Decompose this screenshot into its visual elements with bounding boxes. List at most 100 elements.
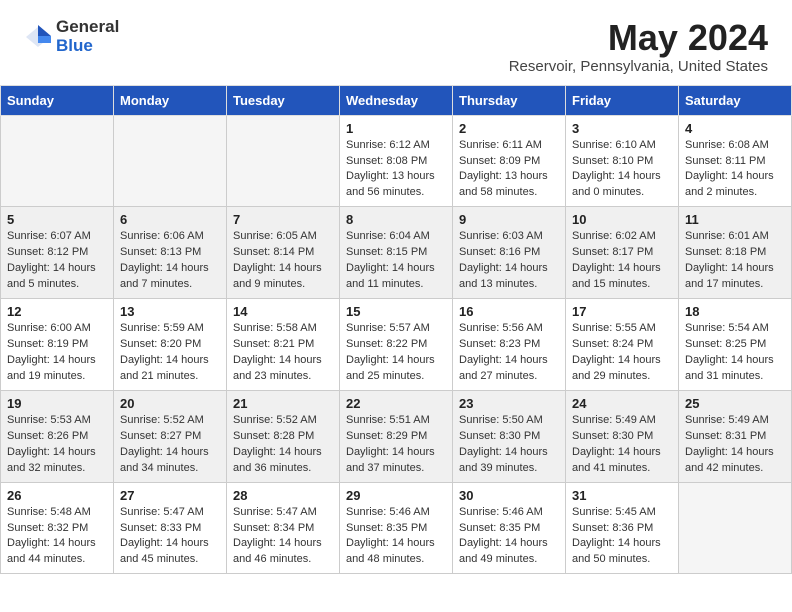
day-info: Sunrise: 6:10 AM Sunset: 8:10 PM Dayligh… (572, 138, 672, 202)
calendar-week-row: 1 Sunrise: 6:12 AM Sunset: 8:08 PM Daylig… (1, 115, 792, 207)
table-row: 10 Sunrise: 6:02 AM Sunset: 8:17 PM Dayli… (566, 207, 679, 299)
table-row: 17 Sunrise: 5:55 AM Sunset: 8:24 PM Dayli… (566, 299, 679, 391)
day-info: Sunrise: 5:47 AM Sunset: 8:33 PM Dayligh… (120, 505, 220, 569)
day-number: 12 (7, 304, 107, 319)
table-row: 13 Sunrise: 5:59 AM Sunset: 8:20 PM Dayli… (114, 299, 227, 391)
day-info: Sunrise: 6:11 AM Sunset: 8:09 PM Dayligh… (459, 138, 559, 202)
day-number: 5 (7, 212, 107, 227)
day-info: Sunrise: 5:59 AM Sunset: 8:20 PM Dayligh… (120, 321, 220, 385)
day-info: Sunrise: 6:07 AM Sunset: 8:12 PM Dayligh… (7, 229, 107, 293)
col-monday: Monday (114, 85, 227, 115)
day-number: 6 (120, 212, 220, 227)
table-row: 23 Sunrise: 5:50 AM Sunset: 8:30 PM Dayli… (453, 390, 566, 482)
table-row (114, 115, 227, 207)
day-number: 18 (685, 304, 785, 319)
title-month: May 2024 (509, 18, 768, 58)
calendar-table: Sunday Monday Tuesday Wednesday Thursday… (0, 85, 792, 575)
calendar-week-row: 26 Sunrise: 5:48 AM Sunset: 8:32 PM Dayli… (1, 482, 792, 574)
col-saturday: Saturday (679, 85, 792, 115)
day-number: 11 (685, 212, 785, 227)
table-row: 14 Sunrise: 5:58 AM Sunset: 8:21 PM Dayli… (227, 299, 340, 391)
day-info: Sunrise: 6:05 AM Sunset: 8:14 PM Dayligh… (233, 229, 333, 293)
calendar-week-row: 12Sunrise: 6:00 AM Sunset: 8:19 PM Dayli… (1, 299, 792, 391)
table-row: 2Sunrise: 6:11 AM Sunset: 8:09 PM Daylig… (453, 115, 566, 207)
day-info: Sunrise: 5:48 AM Sunset: 8:32 PM Dayligh… (7, 505, 107, 569)
day-number: 13 (120, 304, 220, 319)
table-row: 22 Sunrise: 5:51 AM Sunset: 8:29 PM Dayli… (340, 390, 453, 482)
table-row: 3 Sunrise: 6:10 AM Sunset: 8:10 PM Daylig… (566, 115, 679, 207)
table-row: 9 Sunrise: 6:03 AM Sunset: 8:16 PM Daylig… (453, 207, 566, 299)
day-number: 1 (346, 121, 446, 136)
day-info: Sunrise: 5:46 AM Sunset: 8:35 PM Dayligh… (459, 505, 559, 569)
day-number: 10 (572, 212, 672, 227)
table-row: 27 Sunrise: 5:47 AM Sunset: 8:33 PM Dayli… (114, 482, 227, 574)
day-info: Sunrise: 6:02 AM Sunset: 8:17 PM Dayligh… (572, 229, 672, 293)
day-info: Sunrise: 5:49 AM Sunset: 8:31 PM Dayligh… (685, 413, 785, 477)
table-row: 28Sunrise: 5:47 AM Sunset: 8:34 PM Dayli… (227, 482, 340, 574)
table-row: 31 Sunrise: 5:45 AM Sunset: 8:36 PM Dayli… (566, 482, 679, 574)
day-number: 24 (572, 396, 672, 411)
day-number: 19 (7, 396, 107, 411)
day-info: Sunrise: 5:52 AM Sunset: 8:27 PM Dayligh… (120, 413, 220, 477)
day-number: 8 (346, 212, 446, 227)
table-row: 30Sunrise: 5:46 AM Sunset: 8:35 PM Dayli… (453, 482, 566, 574)
day-info: Sunrise: 5:45 AM Sunset: 8:36 PM Dayligh… (572, 505, 672, 569)
day-number: 22 (346, 396, 446, 411)
logo-blue-text: Blue (56, 37, 119, 56)
table-row: 1 Sunrise: 6:12 AM Sunset: 8:08 PM Daylig… (340, 115, 453, 207)
logo-text: General Blue (56, 18, 119, 55)
day-info: Sunrise: 5:54 AM Sunset: 8:25 PM Dayligh… (685, 321, 785, 385)
day-number: 21 (233, 396, 333, 411)
table-row: 4Sunrise: 6:08 AM Sunset: 8:11 PM Daylig… (679, 115, 792, 207)
table-row: 20 Sunrise: 5:52 AM Sunset: 8:27 PM Dayli… (114, 390, 227, 482)
day-number: 3 (572, 121, 672, 136)
day-number: 26 (7, 488, 107, 503)
header: General Blue May 2024 Reservoir, Pennsyl… (0, 0, 792, 85)
table-row (1, 115, 114, 207)
table-row: 29 Sunrise: 5:46 AM Sunset: 8:35 PM Dayli… (340, 482, 453, 574)
table-row: 18 Sunrise: 5:54 AM Sunset: 8:25 PM Dayli… (679, 299, 792, 391)
day-number: 25 (685, 396, 785, 411)
day-info: Sunrise: 5:52 AM Sunset: 8:28 PM Dayligh… (233, 413, 333, 477)
day-number: 9 (459, 212, 559, 227)
table-row: 12Sunrise: 6:00 AM Sunset: 8:19 PM Dayli… (1, 299, 114, 391)
calendar-week-row: 5 Sunrise: 6:07 AM Sunset: 8:12 PM Daylig… (1, 207, 792, 299)
day-number: 14 (233, 304, 333, 319)
table-row: 11 Sunrise: 6:01 AM Sunset: 8:18 PM Dayli… (679, 207, 792, 299)
day-info: Sunrise: 6:01 AM Sunset: 8:18 PM Dayligh… (685, 229, 785, 293)
day-info: Sunrise: 5:50 AM Sunset: 8:30 PM Dayligh… (459, 413, 559, 477)
title-block: May 2024 Reservoir, Pennsylvania, United… (509, 18, 768, 75)
day-info: Sunrise: 5:58 AM Sunset: 8:21 PM Dayligh… (233, 321, 333, 385)
calendar-header-row: Sunday Monday Tuesday Wednesday Thursday… (1, 85, 792, 115)
calendar-week-row: 19Sunrise: 5:53 AM Sunset: 8:26 PM Dayli… (1, 390, 792, 482)
table-row: 15Sunrise: 5:57 AM Sunset: 8:22 PM Dayli… (340, 299, 453, 391)
day-number: 28 (233, 488, 333, 503)
col-friday: Friday (566, 85, 679, 115)
title-location: Reservoir, Pennsylvania, United States (509, 58, 768, 75)
table-row: 19Sunrise: 5:53 AM Sunset: 8:26 PM Dayli… (1, 390, 114, 482)
day-info: Sunrise: 5:46 AM Sunset: 8:35 PM Dayligh… (346, 505, 446, 569)
table-row: 6Sunrise: 6:06 AM Sunset: 8:13 PM Daylig… (114, 207, 227, 299)
col-tuesday: Tuesday (227, 85, 340, 115)
day-info: Sunrise: 5:51 AM Sunset: 8:29 PM Dayligh… (346, 413, 446, 477)
day-number: 20 (120, 396, 220, 411)
day-number: 17 (572, 304, 672, 319)
day-info: Sunrise: 5:55 AM Sunset: 8:24 PM Dayligh… (572, 321, 672, 385)
day-number: 15 (346, 304, 446, 319)
logo: General Blue (24, 18, 119, 55)
day-info: Sunrise: 6:03 AM Sunset: 8:16 PM Dayligh… (459, 229, 559, 293)
day-number: 16 (459, 304, 559, 319)
day-number: 29 (346, 488, 446, 503)
table-row (227, 115, 340, 207)
day-info: Sunrise: 6:04 AM Sunset: 8:15 PM Dayligh… (346, 229, 446, 293)
col-sunday: Sunday (1, 85, 114, 115)
day-info: Sunrise: 6:08 AM Sunset: 8:11 PM Dayligh… (685, 138, 785, 202)
day-number: 27 (120, 488, 220, 503)
day-info: Sunrise: 6:12 AM Sunset: 8:08 PM Dayligh… (346, 138, 446, 202)
day-number: 23 (459, 396, 559, 411)
day-number: 31 (572, 488, 672, 503)
table-row: 21 Sunrise: 5:52 AM Sunset: 8:28 PM Dayli… (227, 390, 340, 482)
table-row: 24Sunrise: 5:49 AM Sunset: 8:30 PM Dayli… (566, 390, 679, 482)
page: General Blue May 2024 Reservoir, Pennsyl… (0, 0, 792, 574)
logo-general-text: General (56, 18, 119, 37)
